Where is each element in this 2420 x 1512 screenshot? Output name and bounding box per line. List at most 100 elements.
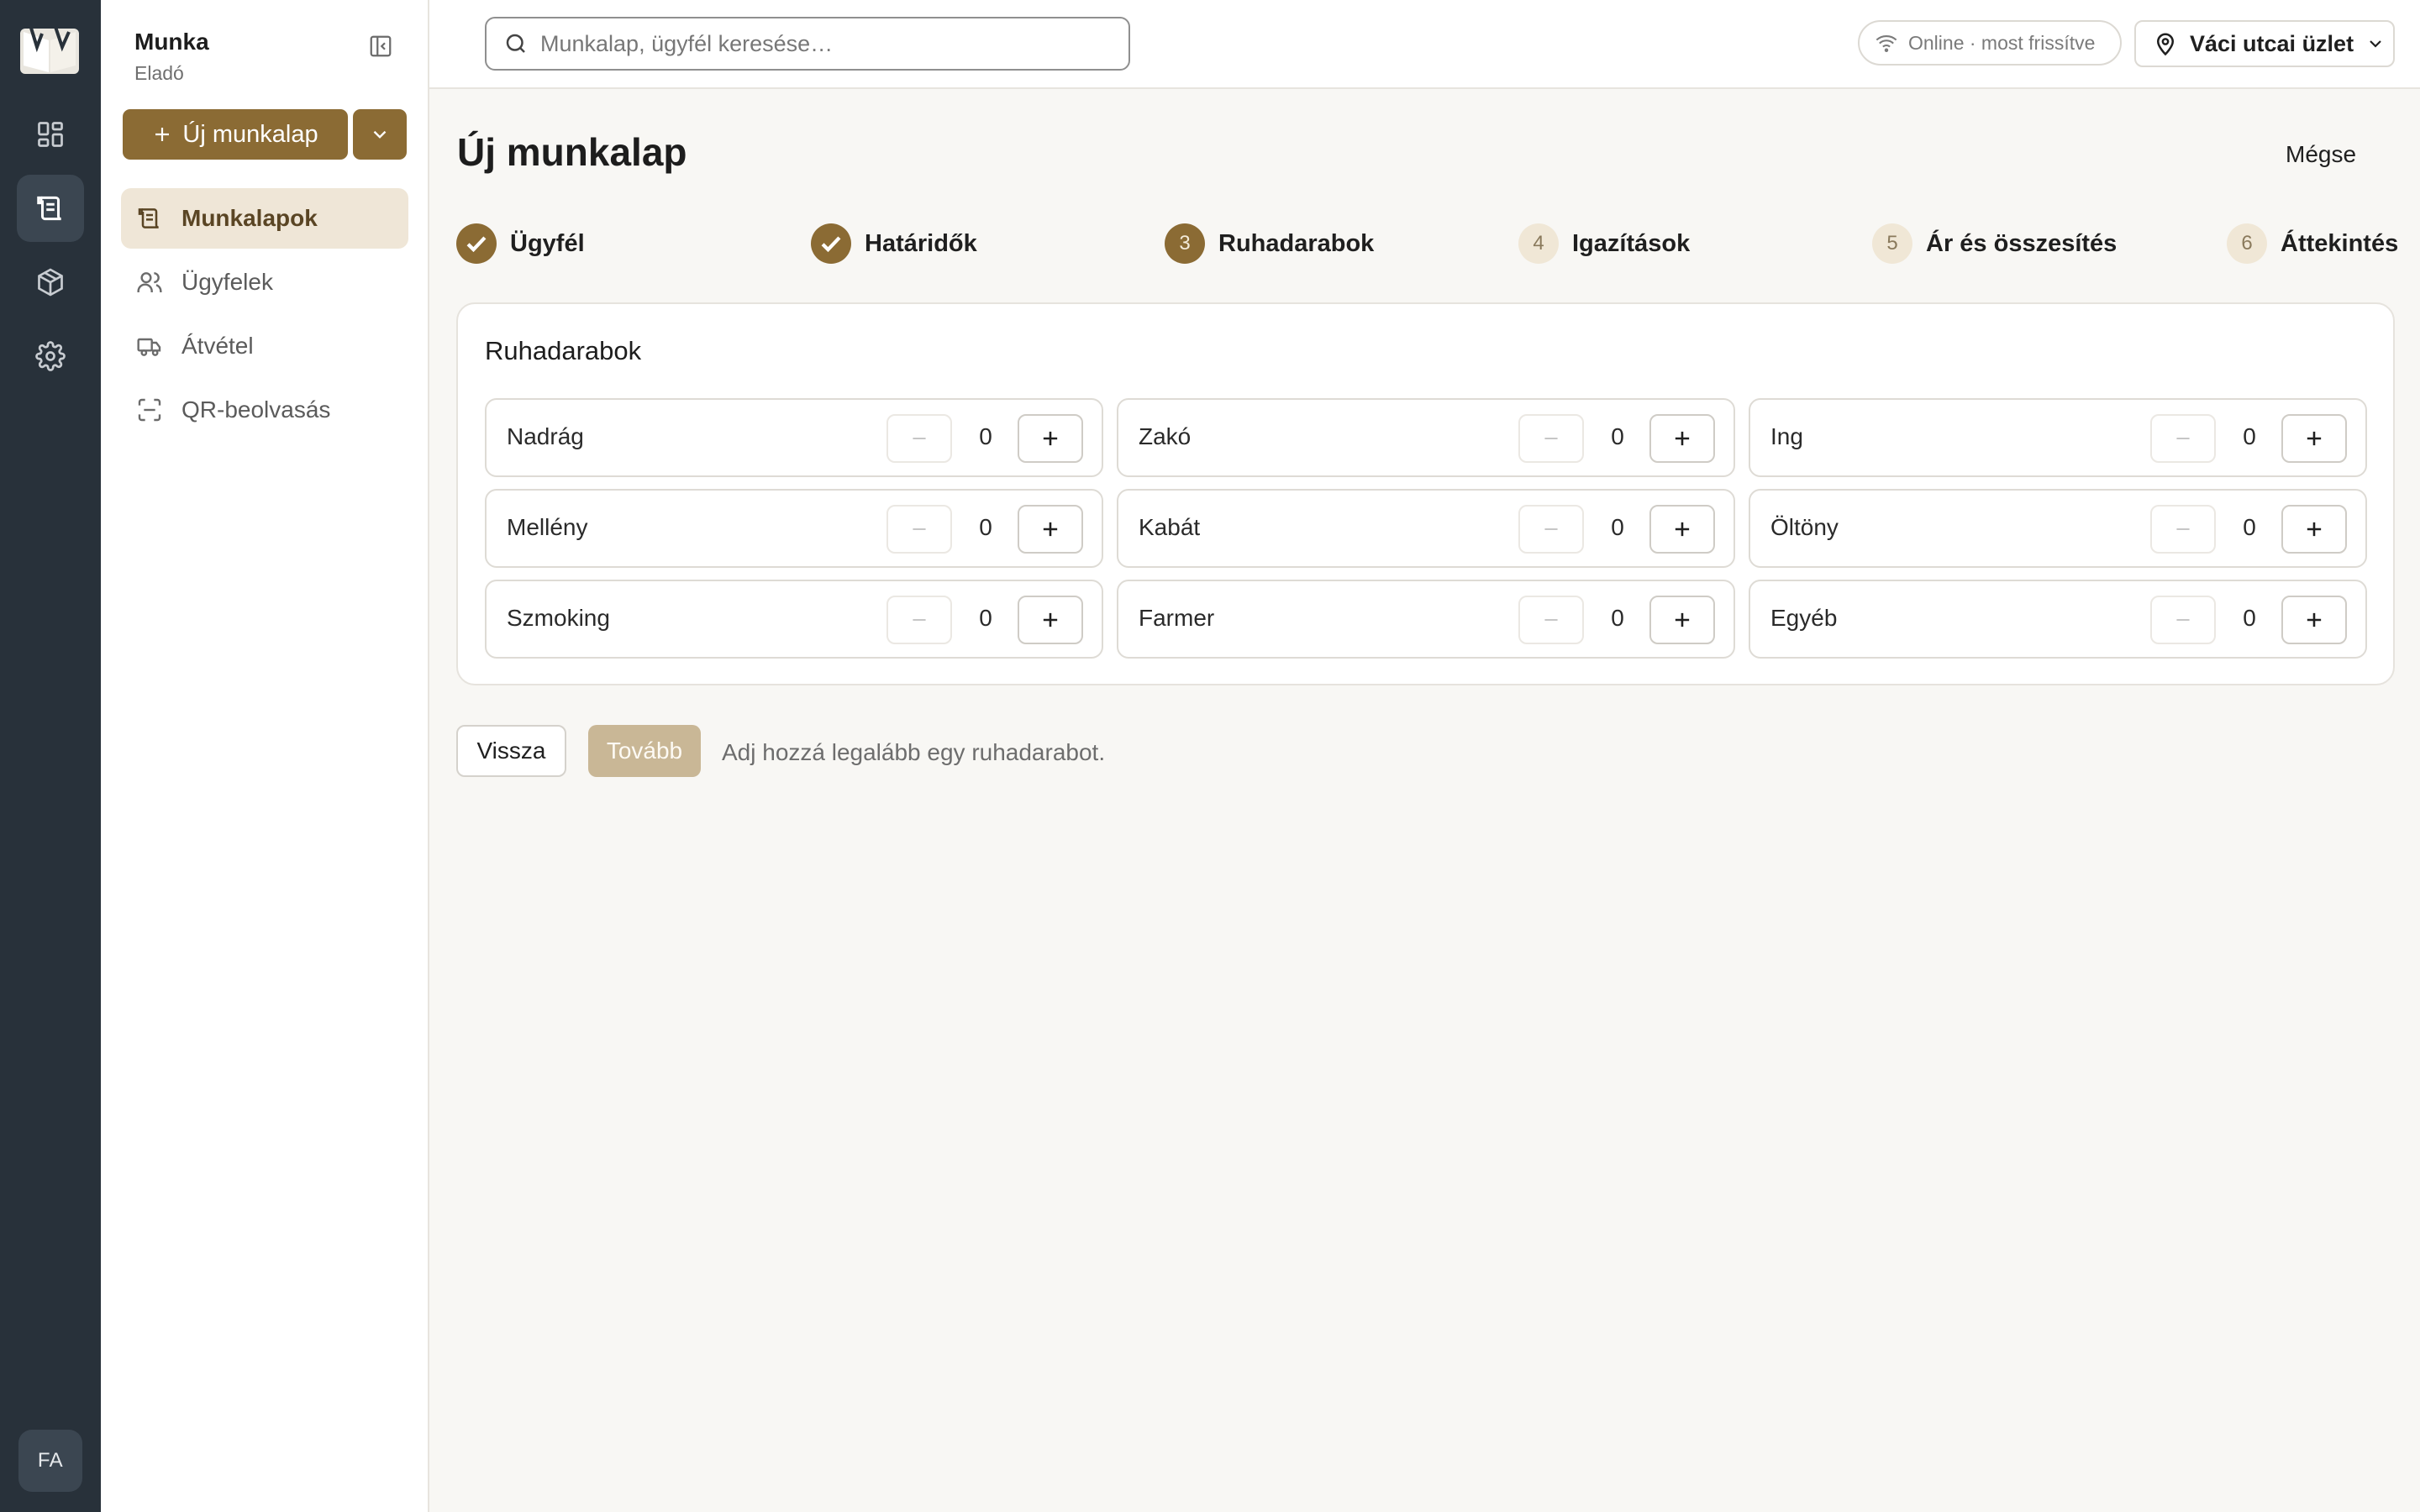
decrease-button[interactable] bbox=[2150, 596, 2216, 644]
garment-row: Ing 0 bbox=[1749, 398, 2367, 477]
rail-settings[interactable] bbox=[17, 323, 84, 390]
app-rail: FA bbox=[0, 0, 101, 1512]
qr-scan-icon bbox=[138, 398, 161, 422]
increase-button[interactable] bbox=[2281, 505, 2347, 554]
plus-icon bbox=[1043, 612, 1058, 627]
dashboard-icon bbox=[38, 122, 63, 147]
top-bar: Online · most frissítve Váci utcai üzlet bbox=[429, 0, 2420, 89]
sidebar-collapse-icon bbox=[370, 35, 392, 57]
map-pin-icon bbox=[2156, 33, 2175, 56]
back-button[interactable]: Vissza bbox=[456, 725, 566, 777]
sidebar-item-label: QR-beolvasás bbox=[182, 396, 331, 423]
sidebar-item-label: Átvétel bbox=[182, 333, 254, 359]
connection-status: Online · most frissítve bbox=[1858, 20, 2122, 66]
step-review[interactable]: 6 Áttekintés bbox=[2227, 223, 2398, 264]
store-selector[interactable]: Váci utcai üzlet bbox=[2134, 20, 2395, 67]
validation-hint: Adj hozzá legalább egy ruhadarabot. bbox=[722, 739, 1106, 765]
garment-row: Nadrág 0 bbox=[485, 398, 1103, 477]
garment-label: Egyéb bbox=[1770, 605, 1838, 631]
new-worksheet-button[interactable]: Új munkalap bbox=[123, 109, 348, 160]
step-customer[interactable]: Ügyfél bbox=[456, 223, 585, 264]
minus-icon bbox=[1544, 528, 1558, 530]
minus-icon bbox=[2176, 619, 2190, 621]
garment-quantity: 0 bbox=[2243, 605, 2256, 631]
plus-icon bbox=[1675, 431, 1690, 446]
garment-row: Zakó 0 bbox=[1117, 398, 1735, 477]
search-input[interactable] bbox=[540, 30, 1112, 57]
decrease-button[interactable] bbox=[2150, 505, 2216, 554]
sidebar-item-qr-scan[interactable]: QR-beolvasás bbox=[121, 380, 408, 440]
sidebar-item-label: Ügyfelek bbox=[182, 269, 273, 295]
decrease-button[interactable] bbox=[1518, 596, 1584, 644]
garment-row: Farmer 0 bbox=[1117, 580, 1735, 659]
plus-icon bbox=[1675, 612, 1690, 627]
increase-button[interactable] bbox=[2281, 414, 2347, 463]
step-deadlines[interactable]: Határidők bbox=[811, 223, 977, 264]
plus-icon bbox=[2307, 612, 2322, 627]
garment-row: Szmoking 0 bbox=[485, 580, 1103, 659]
step-number: 5 bbox=[1872, 223, 1912, 264]
sidebar-item-customers[interactable]: Ügyfelek bbox=[121, 252, 408, 312]
search-box[interactable] bbox=[485, 17, 1130, 71]
garment-label: Ing bbox=[1770, 423, 1803, 449]
check-icon bbox=[821, 236, 841, 253]
garment-label: Kabát bbox=[1139, 514, 1201, 540]
garment-row: Öltöny 0 bbox=[1749, 489, 2367, 568]
decrease-button[interactable] bbox=[1518, 505, 1584, 554]
garment-quantity: 0 bbox=[2243, 514, 2256, 540]
garment-row: Kabát 0 bbox=[1117, 489, 1735, 568]
increase-button[interactable] bbox=[2281, 596, 2347, 644]
app-logo[interactable] bbox=[18, 22, 81, 77]
step-label: Határidők bbox=[865, 229, 977, 257]
minus-icon bbox=[2176, 438, 2190, 439]
page-title: Új munkalap bbox=[457, 130, 687, 174]
step-number: 6 bbox=[2227, 223, 2267, 264]
increase-button[interactable] bbox=[1649, 505, 1715, 554]
decrease-button[interactable] bbox=[886, 596, 952, 644]
collapse-sidebar-button[interactable] bbox=[366, 32, 395, 60]
decrease-button[interactable] bbox=[2150, 414, 2216, 463]
check-icon bbox=[466, 236, 487, 253]
rail-inventory[interactable] bbox=[17, 249, 84, 316]
step-garments[interactable]: 3 Ruhadarabok bbox=[1165, 223, 1374, 264]
new-worksheet-label: Új munkalap bbox=[182, 120, 318, 148]
users-icon bbox=[137, 272, 162, 292]
increase-button[interactable] bbox=[1018, 596, 1083, 644]
decrease-button[interactable] bbox=[886, 505, 952, 554]
chevron-down-icon bbox=[2370, 40, 2381, 48]
garment-label: Öltöny bbox=[1770, 514, 1839, 540]
plus-icon bbox=[2307, 522, 2322, 537]
rail-dashboard[interactable] bbox=[17, 101, 84, 168]
garment-row: Mellény 0 bbox=[485, 489, 1103, 568]
user-avatar[interactable]: FA bbox=[18, 1430, 82, 1492]
sidebar-item-worksheets[interactable]: Munkalapok bbox=[121, 188, 408, 249]
minus-icon bbox=[1544, 619, 1558, 621]
decrease-button[interactable] bbox=[1518, 414, 1584, 463]
increase-button[interactable] bbox=[1018, 505, 1083, 554]
store-name: Váci utcai üzlet bbox=[2190, 30, 2354, 56]
next-button[interactable]: Tovább bbox=[588, 725, 701, 777]
cancel-button[interactable]: Mégse bbox=[2286, 141, 2356, 168]
step-done-check bbox=[456, 223, 497, 264]
sidebar-subtitle: Eladó bbox=[134, 62, 184, 84]
plus-icon bbox=[1043, 522, 1058, 537]
rail-worksheets[interactable] bbox=[17, 175, 84, 242]
increase-button[interactable] bbox=[1649, 414, 1715, 463]
step-label: Ruhadarabok bbox=[1218, 229, 1375, 257]
new-worksheet-dropdown[interactable] bbox=[353, 109, 407, 160]
sidebar-item-pickup[interactable]: Átvétel bbox=[121, 316, 408, 376]
sidebar-item-label: Munkalapok bbox=[182, 205, 318, 231]
plus-icon bbox=[2307, 431, 2322, 446]
garment-label: Farmer bbox=[1139, 605, 1215, 631]
increase-button[interactable] bbox=[1018, 414, 1083, 463]
garment-quantity: 0 bbox=[1611, 605, 1624, 631]
plus-icon bbox=[1675, 522, 1690, 537]
garment-label: Nadrág bbox=[507, 423, 584, 449]
garment-label: Zakó bbox=[1139, 423, 1192, 449]
increase-button[interactable] bbox=[1649, 596, 1715, 644]
step-alterations[interactable]: 4 Igazítások bbox=[1518, 223, 1690, 264]
step-price-summary[interactable]: 5 Ár és összesítés bbox=[1872, 223, 2117, 264]
minus-icon bbox=[1544, 438, 1558, 439]
minus-icon bbox=[913, 619, 926, 621]
decrease-button[interactable] bbox=[886, 414, 952, 463]
